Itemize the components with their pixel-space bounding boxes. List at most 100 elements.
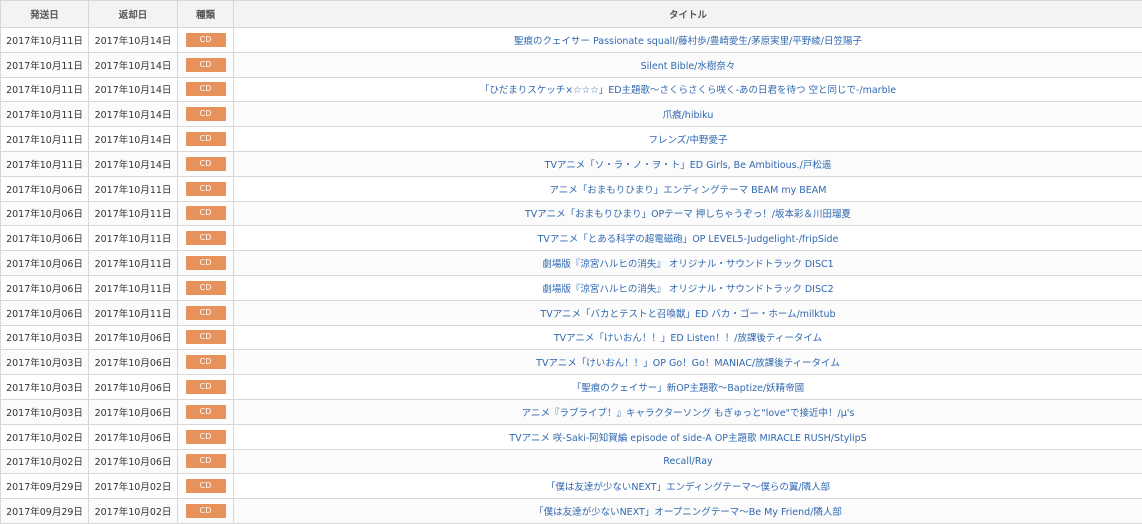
type-cell: CD xyxy=(178,449,234,474)
type-badge: CD xyxy=(186,33,226,47)
type-badge: CD xyxy=(186,132,226,146)
title-cell: 「僕は友達が少ないNEXT」エンディングテーマ〜僕らの翼/隣人部 xyxy=(234,474,1142,499)
title-cell: 劇場版『涼宮ハルヒの消失』 オリジナル・サウンドトラック DISC1 xyxy=(234,251,1142,276)
type-badge: CD xyxy=(186,430,226,444)
title-link[interactable]: 劇場版『涼宮ハルヒの消失』 オリジナル・サウンドトラック DISC2 xyxy=(542,284,833,295)
send-date-cell: 2017年10月03日 xyxy=(1,399,89,424)
return-date-cell: 2017年10月14日 xyxy=(89,151,178,176)
send-date-cell: 2017年10月11日 xyxy=(1,151,89,176)
title-link[interactable]: Recall/Ray xyxy=(663,456,712,467)
header-send-date: 発送日 xyxy=(1,1,89,28)
return-date-cell: 2017年10月14日 xyxy=(89,102,178,127)
table-row: 2017年10月11日 2017年10月14日 CD 聖痕のクェイサー Pass… xyxy=(1,28,1142,53)
type-cell: CD xyxy=(178,499,234,524)
table-row: 2017年10月11日 2017年10月14日 CD 爪痕/hibiku xyxy=(1,102,1142,127)
type-cell: CD xyxy=(178,325,234,350)
title-link[interactable]: 劇場版『涼宮ハルヒの消失』 オリジナル・サウンドトラック DISC1 xyxy=(542,259,833,270)
table-row: 2017年10月11日 2017年10月14日 CD 「ひだまりスケッチ×☆☆☆… xyxy=(1,77,1142,102)
table-row: 2017年10月03日 2017年10月06日 CD アニメ『ラブライブ！』キャ… xyxy=(1,399,1142,424)
title-link[interactable]: 「ひだまりスケッチ×☆☆☆」ED主題歌〜さくらさくら咲く-あの日君を待つ 空と同… xyxy=(480,85,896,96)
send-date-cell: 2017年09月29日 xyxy=(1,499,89,524)
title-link[interactable]: TVアニメ「ソ・ラ・ノ・ヲ・ト」ED Girls, Be Ambitious./… xyxy=(545,160,832,171)
type-badge: CD xyxy=(186,306,226,320)
title-cell: 「聖痕のクェイサー」新OP主題歌〜Baptize/妖精帝國 xyxy=(234,375,1142,400)
send-date-cell: 2017年10月11日 xyxy=(1,52,89,77)
title-cell: 「ひだまりスケッチ×☆☆☆」ED主題歌〜さくらさくら咲く-あの日君を待つ 空と同… xyxy=(234,77,1142,102)
title-link[interactable]: 「聖痕のクェイサー」新OP主題歌〜Baptize/妖精帝國 xyxy=(572,383,804,394)
type-badge: CD xyxy=(186,206,226,220)
type-badge: CD xyxy=(186,479,226,493)
table-row: 2017年10月03日 2017年10月06日 CD 「聖痕のクェイサー」新OP… xyxy=(1,375,1142,400)
type-badge: CD xyxy=(186,231,226,245)
table-row: 2017年10月02日 2017年10月06日 CD TVアニメ 咲-Saki-… xyxy=(1,424,1142,449)
title-cell: TVアニメ「おまもりひまり」OPテーマ 押しちゃうぞっ！/坂本彩＆川田瑠夏 xyxy=(234,201,1142,226)
return-date-cell: 2017年10月11日 xyxy=(89,300,178,325)
send-date-cell: 2017年10月11日 xyxy=(1,102,89,127)
type-cell: CD xyxy=(178,350,234,375)
send-date-cell: 2017年10月03日 xyxy=(1,375,89,400)
table-row: 2017年10月06日 2017年10月11日 CD TVアニメ「バカとテストと… xyxy=(1,300,1142,325)
send-date-cell: 2017年10月11日 xyxy=(1,127,89,152)
type-badge: CD xyxy=(186,380,226,394)
type-badge: CD xyxy=(186,58,226,72)
title-link[interactable]: 「僕は友達が少ないNEXT」オープニングテーマ〜Be My Friend/隣人部 xyxy=(534,507,842,518)
title-link[interactable]: アニメ「おまもりひまり」エンディングテーマ BEAM my BEAM xyxy=(549,185,826,196)
type-cell: CD xyxy=(178,102,234,127)
title-link[interactable]: TVアニメ「バカとテストと召喚獣」ED バカ・ゴー・ホーム/milktub xyxy=(540,309,835,320)
return-date-cell: 2017年10月02日 xyxy=(89,499,178,524)
title-link[interactable]: アニメ『ラブライブ！』キャラクターソング もぎゅっと"love"で接近中！/μ'… xyxy=(522,408,855,419)
type-cell: CD xyxy=(178,52,234,77)
title-cell: Silent Bible/水樹奈々 xyxy=(234,52,1142,77)
send-date-cell: 2017年10月06日 xyxy=(1,275,89,300)
rental-history-table: 発送日 返却日 種類 タイトル 2017年10月11日 2017年10月14日 … xyxy=(0,0,1142,524)
send-date-cell: 2017年10月06日 xyxy=(1,201,89,226)
title-link[interactable]: TVアニメ「けいおん！！」OP Go！Go！MANIAC/放課後ティータイム xyxy=(536,358,840,369)
return-date-cell: 2017年10月11日 xyxy=(89,176,178,201)
send-date-cell: 2017年10月06日 xyxy=(1,300,89,325)
return-date-cell: 2017年10月06日 xyxy=(89,424,178,449)
title-link[interactable]: Silent Bible/水樹奈々 xyxy=(641,61,736,72)
title-link[interactable]: TVアニメ 咲-Saki-阿知賀編 episode of side-A OP主題… xyxy=(509,433,866,444)
type-cell: CD xyxy=(178,474,234,499)
title-link[interactable]: 「僕は友達が少ないNEXT」エンディングテーマ〜僕らの翼/隣人部 xyxy=(546,482,830,493)
send-date-cell: 2017年09月29日 xyxy=(1,474,89,499)
title-link[interactable]: 爪痕/hibiku xyxy=(663,110,714,121)
table-row: 2017年10月03日 2017年10月06日 CD TVアニメ「けいおん！！」… xyxy=(1,350,1142,375)
return-date-cell: 2017年10月06日 xyxy=(89,449,178,474)
table-row: 2017年10月06日 2017年10月11日 CD TVアニメ「おまもりひまり… xyxy=(1,201,1142,226)
type-cell: CD xyxy=(178,300,234,325)
title-cell: 聖痕のクェイサー Passionate squall/藤村歩/豊崎愛生/茅原実里… xyxy=(234,28,1142,53)
title-cell: 劇場版『涼宮ハルヒの消失』 オリジナル・サウンドトラック DISC2 xyxy=(234,275,1142,300)
title-link[interactable]: フレンズ/中野愛子 xyxy=(648,135,727,146)
table-row: 2017年10月06日 2017年10月11日 CD TVアニメ「とある科学の超… xyxy=(1,226,1142,251)
title-cell: 「僕は友達が少ないNEXT」オープニングテーマ〜Be My Friend/隣人部 xyxy=(234,499,1142,524)
table-body: 2017年10月11日 2017年10月14日 CD 聖痕のクェイサー Pass… xyxy=(1,28,1142,524)
type-badge: CD xyxy=(186,355,226,369)
send-date-cell: 2017年10月06日 xyxy=(1,251,89,276)
title-link[interactable]: TVアニメ「おまもりひまり」OPテーマ 押しちゃうぞっ！/坂本彩＆川田瑠夏 xyxy=(525,209,851,220)
title-cell: TVアニメ 咲-Saki-阿知賀編 episode of side-A OP主題… xyxy=(234,424,1142,449)
send-date-cell: 2017年10月11日 xyxy=(1,28,89,53)
title-link[interactable]: TVアニメ「けいおん！！」ED Listen！！/放課後ティータイム xyxy=(554,333,822,344)
title-cell: Recall/Ray xyxy=(234,449,1142,474)
title-cell: TVアニメ「けいおん！！」OP Go！Go！MANIAC/放課後ティータイム xyxy=(234,350,1142,375)
type-badge: CD xyxy=(186,82,226,96)
title-cell: 爪痕/hibiku xyxy=(234,102,1142,127)
type-cell: CD xyxy=(178,201,234,226)
send-date-cell: 2017年10月02日 xyxy=(1,449,89,474)
table-row: 2017年10月11日 2017年10月14日 CD フレンズ/中野愛子 xyxy=(1,127,1142,152)
return-date-cell: 2017年10月14日 xyxy=(89,28,178,53)
return-date-cell: 2017年10月11日 xyxy=(89,275,178,300)
title-link[interactable]: 聖痕のクェイサー Passionate squall/藤村歩/豊崎愛生/茅原実里… xyxy=(514,36,862,47)
return-date-cell: 2017年10月11日 xyxy=(89,251,178,276)
title-cell: アニメ「おまもりひまり」エンディングテーマ BEAM my BEAM xyxy=(234,176,1142,201)
type-cell: CD xyxy=(178,275,234,300)
return-date-cell: 2017年10月14日 xyxy=(89,127,178,152)
type-cell: CD xyxy=(178,375,234,400)
type-cell: CD xyxy=(178,77,234,102)
title-link[interactable]: TVアニメ「とある科学の超電磁砲」OP LEVEL5-Judgelight-/f… xyxy=(538,234,839,245)
table-row: 2017年09月29日 2017年10月02日 CD 「僕は友達が少ないNEXT… xyxy=(1,499,1142,524)
return-date-cell: 2017年10月11日 xyxy=(89,226,178,251)
type-cell: CD xyxy=(178,251,234,276)
type-badge: CD xyxy=(186,405,226,419)
